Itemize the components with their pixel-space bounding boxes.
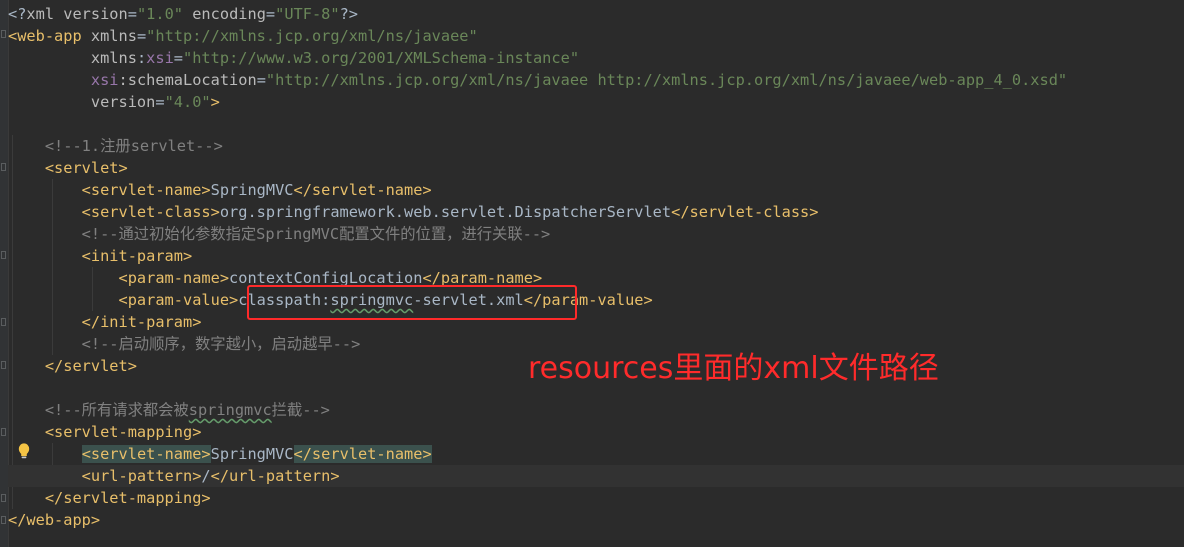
code-token: <servlet-name> — [81, 445, 211, 463]
code-token: </url-pattern> — [210, 467, 340, 485]
fold-marker-icon[interactable] — [1, 163, 6, 171]
fold-marker-icon[interactable] — [1, 251, 6, 259]
code-token: </servlet-name> — [293, 445, 432, 463]
code-token: <!--1.注册servlet--> — [8, 137, 223, 155]
code-token: xml version — [26, 5, 128, 23]
code-token: encoding — [183, 5, 266, 23]
code-token: = — [155, 93, 165, 111]
highlight-box — [247, 285, 577, 320]
code-token: </servlet> — [8, 357, 137, 375]
code-line[interactable]: xmlns:xsi="http://www.w3.org/2001/XMLSch… — [8, 47, 1184, 69]
code-token: <servlet-class> — [8, 203, 220, 221]
code-line[interactable]: xsi:schemaLocation="http://xmlns.jcp.org… — [8, 69, 1184, 91]
code-token: <!--所有请求都会被 — [8, 401, 189, 419]
code-token: = — [256, 71, 266, 89]
fold-marker-icon[interactable] — [1, 361, 6, 369]
code-token: = — [127, 5, 137, 23]
code-token: "http://xmlns.jcp.org/xml/ns/javaee http… — [265, 71, 1068, 89]
code-line[interactable]: <param-value>classpath:springmvc-servlet… — [8, 289, 1184, 311]
fold-marker-icon[interactable] — [1, 30, 6, 38]
code-line[interactable]: <!--通过初始化参数指定SpringMVC配置文件的位置，进行关联--> — [8, 223, 1184, 245]
code-token: "UTF-8" — [275, 5, 340, 23]
code-token: </servlet-mapping> — [8, 489, 211, 507]
code-token: "http://www.w3.org/2001/XMLSchema-instan… — [183, 49, 580, 67]
code-token: <servlet-mapping> — [8, 423, 202, 441]
code-token: springmvc — [188, 401, 272, 419]
code-line[interactable]: <!--所有请求都会被springmvc拦截--> — [8, 399, 1184, 421]
code-token: version — [8, 93, 156, 111]
code-token: xmlns — [8, 49, 137, 67]
code-token: <servlet-name> — [8, 181, 211, 199]
code-line[interactable]: <servlet-mapping> — [8, 421, 1184, 443]
code-token: <init-param> — [8, 247, 193, 265]
code-line[interactable]: </init-param> — [8, 311, 1184, 333]
code-line[interactable]: <!--1.注册servlet--> — [8, 135, 1184, 157]
annotation-text: resources里面的xml文件路径 — [528, 351, 939, 386]
code-token: / — [201, 467, 211, 485]
code-token: = — [265, 5, 276, 23]
code-token: </init-param> — [8, 313, 202, 331]
code-line[interactable]: <servlet-name>SpringMVC</servlet-name> — [8, 443, 1184, 465]
code-token: = — [173, 49, 184, 67]
code-line[interactable]: <?xml version="1.0" encoding="UTF-8"?> — [8, 3, 1184, 25]
code-token: <web-app — [8, 27, 91, 45]
code-lines[interactable]: <?xml version="1.0" encoding="UTF-8"?> <w… — [8, 3, 1184, 531]
fold-marker-icon[interactable] — [1, 516, 6, 524]
code-line[interactable]: <init-param> — [8, 245, 1184, 267]
code-token: </servlet-class> — [671, 203, 819, 221]
code-token: </servlet-name> — [293, 181, 432, 199]
code-token: SpringMVC — [210, 181, 294, 199]
code-line[interactable]: <url-pattern>/</url-pattern> — [8, 465, 1184, 487]
fold-marker-icon[interactable] — [1, 494, 6, 502]
code-token: <!--启动顺序，数字越小，启动越早--> — [8, 335, 361, 353]
code-token: 拦截--> — [271, 401, 330, 419]
code-token: = — [136, 27, 147, 45]
code-token: SpringMVC — [210, 445, 294, 463]
code-line[interactable]: </web-app> — [8, 509, 1184, 531]
code-token: <servlet> — [8, 159, 128, 177]
lightbulb-icon[interactable] — [16, 442, 32, 460]
code-token: <param-value> — [8, 291, 239, 309]
code-editor[interactable]: <?xml version="1.0" encoding="UTF-8"?> <w… — [0, 0, 1184, 547]
fold-marker-icon[interactable] — [1, 318, 6, 326]
code-line[interactable] — [8, 113, 1184, 135]
code-line[interactable]: <web-app xmlns="http://xmlns.jcp.org/xml… — [8, 25, 1184, 47]
code-line[interactable]: <servlet-class>org.springframework.web.s… — [8, 201, 1184, 223]
code-line[interactable]: <servlet> — [8, 157, 1184, 179]
code-token: <!--通过初始化参数指定SpringMVC配置文件的位置，进行关联--> — [8, 225, 551, 243]
code-token: org.springframework.web.servlet.Dispatch… — [219, 203, 672, 221]
code-line[interactable]: <param-name>contextConfigLocation</param… — [8, 267, 1184, 289]
code-token: "1.0" — [136, 5, 184, 23]
code-token: "http://xmlns.jcp.org/xml/ns/javaee" — [146, 27, 478, 45]
code-token: "4.0" — [164, 93, 211, 111]
code-token: <? — [8, 5, 27, 23]
code-token: : — [136, 49, 147, 67]
code-token: ?> — [339, 5, 359, 23]
code-token: xsi — [146, 49, 174, 67]
code-token: > — [210, 93, 220, 111]
code-token: </web-app> — [8, 511, 101, 529]
code-token: <param-name> — [8, 269, 230, 287]
fold-marker-icon[interactable] — [1, 428, 6, 436]
code-token: :schemaLocation — [118, 71, 257, 89]
code-line[interactable]: <servlet-name>SpringMVC</servlet-name> — [8, 179, 1184, 201]
code-token: xsi — [90, 71, 119, 89]
code-token: xmlns — [90, 27, 137, 45]
code-line[interactable]: </servlet-mapping> — [8, 487, 1184, 509]
code-line[interactable]: version="4.0"> — [8, 91, 1184, 113]
code-token: <url-pattern> — [8, 467, 202, 485]
